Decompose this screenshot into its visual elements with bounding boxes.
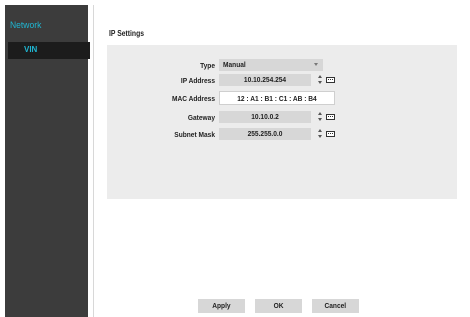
spinner-down-icon[interactable] xyxy=(318,118,322,121)
chevron-down-icon xyxy=(314,63,318,66)
subnet-mask-value: 255.255.0.0 xyxy=(247,129,283,138)
subnet-mask-label: Subnet Mask xyxy=(174,130,215,139)
main-panel: IP Settings Type Manual IP Address 10.10… xyxy=(93,5,470,317)
ip-settings-box: Type Manual IP Address 10.10.254.254 MAC… xyxy=(107,45,457,199)
ip-address-spinner[interactable] xyxy=(318,74,324,86)
type-select[interactable]: Manual xyxy=(219,59,323,71)
keyboard-icon[interactable] xyxy=(326,77,335,83)
gateway-spinner[interactable] xyxy=(318,111,324,123)
subnet-mask-spinner[interactable] xyxy=(318,128,324,140)
mac-address-value: 12 : A1 : B1 : C1 : AB : B4 xyxy=(237,94,317,103)
sidebar: Network VIN xyxy=(5,5,90,317)
mac-address-field: 12 : A1 : B1 : C1 : AB : B4 xyxy=(219,91,335,105)
keyboard-icon[interactable] xyxy=(326,131,335,137)
mac-address-label: MAC Address xyxy=(171,94,215,103)
network-settings-window: Network VIN IP Settings Type Manual IP A… xyxy=(0,0,470,317)
ip-address-label: IP Address xyxy=(180,76,215,85)
type-label: Type xyxy=(200,61,215,70)
sidebar-title: Network xyxy=(10,20,42,31)
cancel-button[interactable]: Cancel xyxy=(312,299,359,313)
spinner-up-icon[interactable] xyxy=(318,112,322,115)
spinner-down-icon[interactable] xyxy=(318,135,322,138)
spinner-up-icon[interactable] xyxy=(318,129,322,132)
ok-button[interactable]: OK xyxy=(255,299,302,313)
sidebar-item-label: VIN xyxy=(24,45,38,54)
gateway-value: 10.10.0.2 xyxy=(251,112,279,121)
spinner-down-icon[interactable] xyxy=(318,81,322,84)
subnet-mask-field[interactable]: 255.255.0.0 xyxy=(219,128,311,140)
sidebar-item-vin[interactable]: VIN xyxy=(8,42,90,59)
spinner-up-icon[interactable] xyxy=(318,75,322,78)
apply-button[interactable]: Apply xyxy=(198,299,245,313)
gateway-field[interactable]: 10.10.0.2 xyxy=(219,111,311,123)
type-value: Manual xyxy=(223,60,246,69)
ip-address-field[interactable]: 10.10.254.254 xyxy=(219,74,311,86)
section-title: IP Settings xyxy=(109,29,145,38)
keyboard-icon[interactable] xyxy=(326,114,335,120)
ip-address-value: 10.10.254.254 xyxy=(243,75,287,84)
gateway-label: Gateway xyxy=(187,113,215,122)
